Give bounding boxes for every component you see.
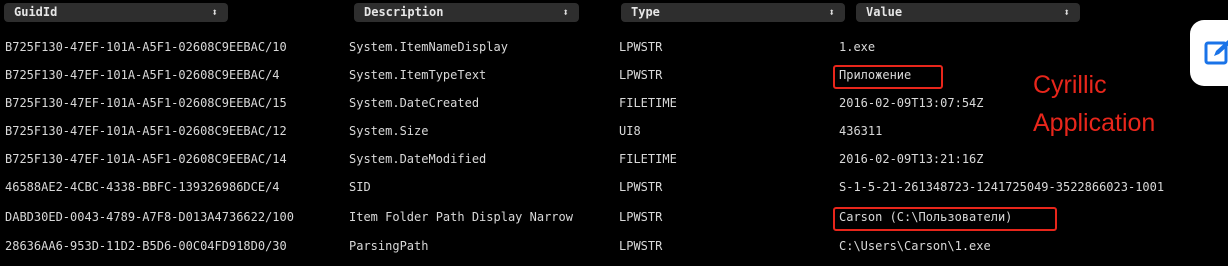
table-row[interactable]: 28636AA6-953D-11D2-B5D6-00C04FD918D0/30 … — [0, 232, 1228, 260]
guid-cell: 28636AA6-953D-11D2-B5D6-00C04FD918D0/30 — [5, 239, 287, 253]
column-header-guid-label: GuidId — [14, 5, 58, 19]
type-cell: LPWSTR — [619, 210, 663, 224]
description-cell: SID — [349, 180, 371, 194]
column-header-description[interactable]: Description ⬍ — [354, 3, 579, 22]
description-cell: System.ItemNameDisplay — [349, 40, 508, 54]
type-cell: LPWSTR — [619, 40, 663, 54]
guid-cell: 46588AE2-4CBC-4338-BBFC-139326986DCE/4 — [5, 180, 280, 194]
column-header-guid[interactable]: GuidId ⬍ — [4, 3, 228, 22]
sort-icon[interactable]: ⬍ — [211, 3, 218, 22]
column-header-type-label: Type — [631, 5, 660, 19]
description-cell: Item Folder Path Display Narrow — [349, 210, 573, 224]
value-cell: C:\Users\Carson\1.exe — [839, 239, 991, 253]
type-cell: FILETIME — [619, 96, 677, 110]
type-cell: UI8 — [619, 124, 641, 138]
guid-cell: B725F130-47EF-101A-A5F1-02608C9EEBAC/4 — [5, 68, 280, 82]
description-cell: System.Size — [349, 124, 429, 138]
guid-cell: B725F130-47EF-101A-A5F1-02608C9EEBAC/14 — [5, 152, 287, 166]
value-cell: 436311 — [839, 124, 883, 138]
type-cell: FILETIME — [619, 152, 677, 166]
type-cell: LPWSTR — [619, 239, 663, 253]
table-header: GuidId ⬍ Description ⬍ Type ⬍ Value ⬍ — [0, 0, 1228, 26]
description-cell: System.DateModified — [349, 152, 487, 166]
value-cell: 1.exe — [839, 40, 876, 54]
type-cell: LPWSTR — [619, 68, 663, 82]
annotation-line-2: Application — [1033, 109, 1156, 137]
description-cell: ParsingPath — [349, 239, 429, 253]
type-cell: LPWSTR — [619, 180, 663, 194]
table-row[interactable]: B725F130-47EF-101A-A5F1-02608C9EEBAC/14 … — [0, 145, 1228, 173]
sort-icon[interactable]: ⬍ — [1063, 3, 1070, 22]
table-row[interactable]: 46588AE2-4CBC-4338-BBFC-139326986DCE/4 S… — [0, 173, 1228, 201]
description-cell: System.ItemTypeText — [349, 68, 487, 82]
column-header-type[interactable]: Type ⬍ — [621, 3, 845, 22]
column-header-description-label: Description — [364, 5, 444, 19]
table-row[interactable]: B725F130-47EF-101A-A5F1-02608C9EEBAC/10 … — [0, 33, 1228, 61]
highlight-box-folder-path — [833, 207, 1057, 231]
edit-icon — [1204, 40, 1228, 65]
description-cell: System.DateCreated — [349, 96, 480, 110]
guid-cell: B725F130-47EF-101A-A5F1-02608C9EEBAC/12 — [5, 124, 287, 138]
annotation-line-1: Cyrillic — [1033, 71, 1107, 99]
sort-icon[interactable]: ⬍ — [828, 3, 835, 22]
value-cell: 2016-02-09T13:07:54Z — [839, 96, 984, 110]
value-cell: S-1-5-21-261348723-1241725049-3522866023… — [839, 180, 1165, 194]
column-header-value[interactable]: Value ⬍ — [856, 3, 1080, 22]
sort-icon[interactable]: ⬍ — [562, 3, 569, 22]
edit-tool-button[interactable] — [1190, 20, 1228, 86]
column-header-value-label: Value — [866, 5, 903, 19]
highlight-box-item-type — [833, 65, 943, 89]
guid-cell: DABD30ED-0043-4789-A7F8-D013A4736622/100 — [5, 210, 294, 224]
guid-cell: B725F130-47EF-101A-A5F1-02608C9EEBAC/10 — [5, 40, 287, 54]
value-cell: 2016-02-09T13:21:16Z — [839, 152, 984, 166]
guid-cell: B725F130-47EF-101A-A5F1-02608C9EEBAC/15 — [5, 96, 287, 110]
